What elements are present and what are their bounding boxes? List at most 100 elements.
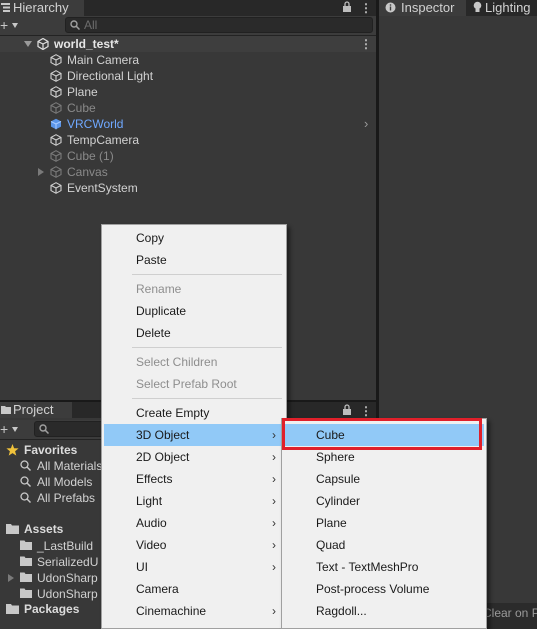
hierarchy-search-input[interactable]: All [65,17,373,33]
menu-item-2d-object[interactable]: 2D Object › [104,446,284,468]
hierarchy-item[interactable]: TempCamera [50,132,370,148]
gameobject-cube-icon [50,150,62,162]
menu-item-label: UI [136,560,148,574]
hierarchy-item[interactable]: EventSystem [50,180,370,196]
menu-item-light[interactable]: Light › [104,490,284,512]
submenu-item-cylinder[interactable]: Cylinder [284,490,484,512]
tab-lighting[interactable]: Lighting [469,0,537,16]
asset-folder-label: SerializedU [37,555,99,569]
submenu-item-label: Quad [316,538,346,552]
submenu-item-quad[interactable]: Quad [284,534,484,556]
asset-folder-item[interactable]: UdonSharp [20,570,104,586]
folder-icon [20,572,32,582]
project-lock-icon[interactable] [342,404,352,415]
info-icon [385,2,396,13]
hierarchy-item[interactable]: Cube (1) [50,148,370,164]
menu-item-label: Duplicate [136,304,187,318]
submenu-item-post-process-volume[interactable]: Post-process Volume [284,578,484,600]
folder-icon [20,588,32,598]
gameobject-cube-icon [50,70,62,82]
submenu-chevron-icon: › [272,538,276,552]
foldout-collapsed-icon[interactable] [38,168,44,176]
hierarchy-item[interactable]: Canvas [50,164,370,180]
hierarchy-item[interactable]: Main Camera [50,52,370,68]
packages-label: Packages [24,602,80,616]
submenu-item-label: Plane [316,516,347,530]
submenu-chevron-icon: › [272,450,276,464]
gameobject-cube-icon [50,166,62,178]
menu-item-delete[interactable]: Delete [104,322,284,344]
favorite-item[interactable]: All Prefabs [20,490,104,506]
menu-item-copy[interactable]: Copy [104,227,284,249]
asset-folder-item[interactable]: SerializedU [20,554,104,570]
folder-icon [6,603,19,614]
hierarchy-item-label: Cube (1) [67,149,114,163]
submenu-item-label: Ragdoll... [316,604,367,618]
submenu-item-label: Cylinder [316,494,361,508]
asset-folder-label: UdonSharp [37,587,98,601]
submenu-item-plane[interactable]: Plane [284,512,484,534]
submenu-item-label: Post-process Volume [316,582,430,596]
menu-item-3d-object[interactable]: 3D Object › [104,424,284,446]
foldout-expanded-icon[interactable] [24,41,32,47]
menu-item-label: Copy [136,231,165,245]
menu-item-audio[interactable]: Audio › [104,512,284,534]
asset-folder-label: _LastBuild [37,539,94,553]
menu-item-label: Delete [136,326,171,340]
asset-folder-item[interactable]: UdonSharp [20,586,104,602]
console-clear-on-play-toggle[interactable]: Clear on P [479,603,537,629]
open-prefab-chevron-icon[interactable]: › [364,116,368,132]
foldout-collapsed-icon[interactable] [8,574,14,582]
gameobject-cube-icon [50,86,62,98]
gameobject-cube-icon [50,54,62,66]
menu-item-select-prefab-root: Select Prefab Root [104,373,284,395]
search-icon [39,424,49,434]
assets-label: Assets [24,522,64,536]
scene-row[interactable]: world_test* ⋮ [0,36,376,52]
submenu-chevron-icon: › [272,604,276,618]
submenu-item-capsule[interactable]: Capsule [284,468,484,490]
lock-icon[interactable] [342,1,352,12]
menu-item-label: Select Prefab Root [136,377,237,391]
menu-item-rename: Rename [104,278,284,300]
hierarchy-item[interactable]: VRCWorld › [50,116,370,132]
asset-folder-item[interactable]: _LastBuild [20,538,104,554]
submenu-item-label: Capsule [316,472,361,486]
tab-hierarchy[interactable]: Hierarchy [0,0,84,16]
favorite-item-label: All Models [37,475,93,489]
menu-item-paste[interactable]: Paste [104,249,284,271]
scene-name: world_test* [54,37,119,51]
hierarchy-item[interactable]: Directional Light [50,68,370,84]
menu-item-duplicate[interactable]: Duplicate [104,300,284,322]
menu-item-cinemachine[interactable]: Cinemachine › [104,600,284,622]
tab-inspector[interactable]: Inspector [379,0,466,16]
hierarchy-item-label: EventSystem [67,181,138,195]
menu-item-label: Rename [136,282,182,296]
menu-item-camera[interactable]: Camera [104,578,284,600]
submenu-item-text-textmeshpro[interactable]: Text - TextMeshPro [284,556,484,578]
menu-item-create-empty[interactable]: Create Empty [104,402,284,424]
hierarchy-item[interactable]: Plane [50,84,370,100]
gameobject-cube-icon [50,134,62,146]
folder-icon [6,523,19,534]
favorite-item[interactable]: All Models [20,474,104,490]
menu-item-label: Cinemachine [136,604,207,618]
menu-item-label: Audio [136,516,167,530]
hierarchy-options-icon[interactable]: ⋮ [360,2,372,14]
hierarchy-item[interactable]: Cube [50,100,370,116]
tab-project[interactable]: Project [0,402,72,418]
submenu-chevron-icon: › [272,494,276,508]
favorite-item[interactable]: All Materials [20,458,104,474]
lightbulb-icon [473,1,482,14]
tab-lighting-label: Lighting [485,0,531,15]
project-options-icon[interactable]: ⋮ [360,405,372,417]
menu-item-effects[interactable]: Effects › [104,468,284,490]
menu-item-ui[interactable]: UI › [104,556,284,578]
submenu-chevron-icon: › [272,428,276,442]
menu-item-video[interactable]: Video › [104,534,284,556]
menu-item-label: 2D Object [136,450,190,464]
menu-separator [132,274,282,275]
submenu-item-ragdoll[interactable]: Ragdoll... [284,600,484,622]
asset-folder-label: UdonSharp [37,571,98,585]
scene-options-icon[interactable]: ⋮ [360,38,372,50]
